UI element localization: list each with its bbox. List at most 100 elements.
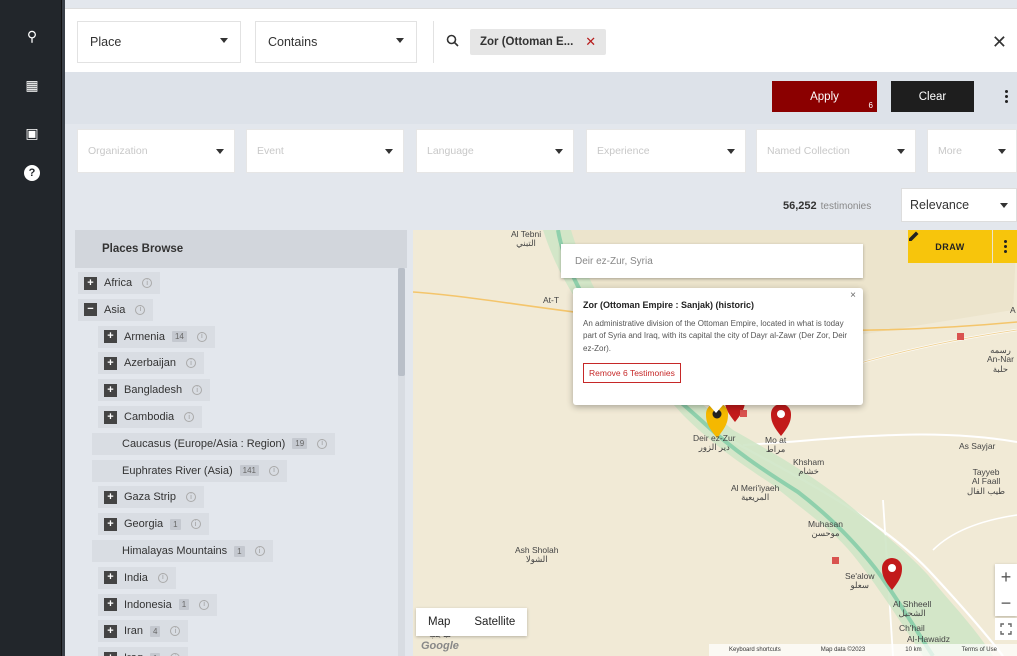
expand-icon[interactable]: + — [104, 330, 117, 344]
info-icon[interactable]: i — [269, 465, 280, 476]
tree-node[interactable]: Caucasus (Europe/Asia : Region) 19 i — [92, 432, 336, 455]
close-popup-icon[interactable]: × — [850, 290, 856, 301]
tree-node[interactable]: + Georgia 1 i — [98, 513, 209, 536]
map-type-satellite[interactable]: Satellite — [462, 608, 527, 636]
results-count-value: 56,252 — [783, 200, 817, 212]
tree-node-count: 14 — [171, 331, 187, 343]
search-icon[interactable]: ⚲ — [22, 26, 42, 46]
map-type-map[interactable]: Map — [416, 608, 462, 636]
tree-node-label: Azerbaijan — [124, 357, 176, 370]
expand-icon[interactable]: + — [104, 383, 117, 397]
expand-icon[interactable]: + — [104, 571, 117, 585]
chevron-down-icon — [396, 38, 404, 43]
tree-node[interactable]: Euphrates River (Asia) 141 i — [92, 459, 288, 482]
tree-node-count: 4 — [149, 625, 161, 637]
search-term-box[interactable]: Zor (Ottoman E... ✕ ✕ — [433, 21, 1017, 63]
info-icon[interactable]: i — [185, 492, 196, 503]
tree-node[interactable]: + Indonesia 1 i — [98, 593, 218, 616]
tree-node-label: Indonesia — [124, 598, 172, 611]
info-icon[interactable]: i — [199, 599, 210, 610]
places-browse-title: Places Browse — [75, 230, 407, 268]
expand-icon[interactable]: + — [84, 276, 97, 290]
icon-rail: ⚲ ▦ ▣ ? — [0, 0, 62, 656]
map-search-input[interactable]: Deir ez-Zur, Syria — [561, 244, 863, 278]
expand-icon[interactable]: + — [104, 517, 117, 531]
keyboard-shortcuts-link[interactable]: Keyboard shortcuts — [729, 647, 781, 653]
tree-node[interactable]: + Iran 4 i — [98, 620, 189, 643]
tree-node[interactable]: + Cambodia i — [98, 406, 203, 428]
event-filter[interactable]: Event — [246, 129, 404, 173]
info-icon[interactable]: i — [196, 331, 207, 342]
named-collection-filter-placeholder: Named Collection — [767, 145, 850, 157]
map-type-control: Map Satellite — [416, 608, 528, 636]
info-icon[interactable]: i — [185, 358, 196, 369]
more-filter[interactable]: More — [927, 129, 1017, 173]
info-icon[interactable]: i — [184, 412, 195, 422]
language-filter[interactable]: Language — [416, 129, 574, 173]
map-label: Al Meri'iyaeh المريعية — [731, 483, 780, 503]
tree-node[interactable]: − Asia i — [78, 298, 154, 321]
info-icon[interactable]: i — [317, 438, 328, 449]
chevron-down-icon — [727, 149, 735, 154]
expand-icon[interactable]: + — [104, 598, 117, 612]
field-select[interactable]: Place — [77, 21, 241, 63]
chevron-down-icon — [220, 38, 228, 43]
organization-filter[interactable]: Organization — [77, 129, 235, 173]
apply-button[interactable]: Apply 6 — [772, 81, 877, 112]
tree-node[interactable]: + Africa i — [78, 272, 161, 294]
apply-count-badge: 6 — [868, 101, 873, 110]
tree-node[interactable]: + Gaza Strip i — [98, 486, 204, 509]
draw-options-icon[interactable] — [993, 230, 1017, 263]
operator-select[interactable]: Contains — [255, 21, 417, 63]
expand-icon[interactable]: + — [104, 624, 117, 638]
zoom-out-button[interactable]: − — [995, 590, 1017, 616]
terms-link[interactable]: Terms of Use — [962, 647, 997, 653]
tree-node-label: Africa — [104, 277, 133, 289]
tree-node[interactable]: +Iraq1i — [98, 647, 189, 656]
named-collection-filter[interactable]: Named Collection — [756, 129, 916, 173]
tree-node-count: 1 — [234, 545, 245, 557]
chevron-down-icon — [555, 149, 563, 154]
tree-node-count: 19 — [292, 438, 308, 450]
tree-scrollbar[interactable] — [398, 268, 405, 656]
draw-button[interactable]: DRAW — [908, 230, 992, 263]
more-options-icon[interactable] — [1005, 90, 1009, 105]
briefcase-icon[interactable]: ▣ — [22, 123, 42, 143]
sort-select[interactable]: Relevance — [901, 188, 1017, 222]
experience-filter[interactable]: Experience — [586, 129, 746, 173]
tree-node-label: India — [124, 571, 148, 584]
search-bar: Place Contains Zor (Ottoman E... ✕ ✕ — [65, 8, 1017, 72]
info-icon[interactable]: i — [190, 519, 201, 530]
expand-icon[interactable]: + — [104, 651, 117, 656]
help-icon[interactable]: ? — [22, 163, 42, 183]
clear-search-icon[interactable]: ✕ — [992, 21, 1007, 63]
tree-node[interactable]: + Azerbaijan i — [98, 352, 204, 375]
clear-button[interactable]: Clear — [891, 81, 974, 112]
chevron-down-icon — [216, 149, 224, 154]
filter-row: Organization Event Language Experience N… — [65, 124, 1017, 180]
tree-node[interactable]: + Armenia 14 i — [98, 325, 215, 348]
info-icon[interactable]: i — [157, 572, 168, 583]
info-icon[interactable]: i — [254, 546, 265, 556]
tree-node[interactable]: + India i — [98, 566, 176, 589]
collapse-icon[interactable]: − — [84, 303, 97, 317]
places-browse-panel: Places Browse + Africa i − Asia i + Armenia 14 i +… — [75, 230, 407, 656]
zoom-in-button[interactable]: + — [995, 564, 1017, 590]
dashboard-icon[interactable]: ▦ — [22, 75, 42, 95]
info-icon[interactable]: i — [142, 278, 153, 288]
scrollbar-thumb[interactable] — [398, 268, 405, 376]
map-view[interactable]: Al Tebni التبني At-T Deir ez-Zur دير الزور… — [413, 230, 1017, 656]
expand-icon[interactable]: + — [104, 356, 117, 370]
expand-icon[interactable]: + — [104, 410, 117, 424]
info-icon[interactable]: i — [192, 385, 203, 396]
tree-node[interactable]: + Bangladesh i — [98, 379, 211, 402]
expand-icon[interactable]: + — [104, 490, 117, 504]
organization-filter-placeholder: Organization — [88, 145, 148, 157]
info-icon[interactable]: i — [135, 304, 146, 315]
info-icon[interactable]: i — [170, 626, 181, 637]
fullscreen-button[interactable] — [995, 618, 1017, 640]
tree-node[interactable]: Himalayas Mountains 1 i — [92, 540, 273, 562]
remove-testimonies-button[interactable]: Remove 6 Testimonies — [583, 363, 681, 384]
map-data-text: Map data ©2023 — [820, 647, 866, 653]
remove-chip-icon[interactable]: ✕ — [585, 34, 596, 50]
